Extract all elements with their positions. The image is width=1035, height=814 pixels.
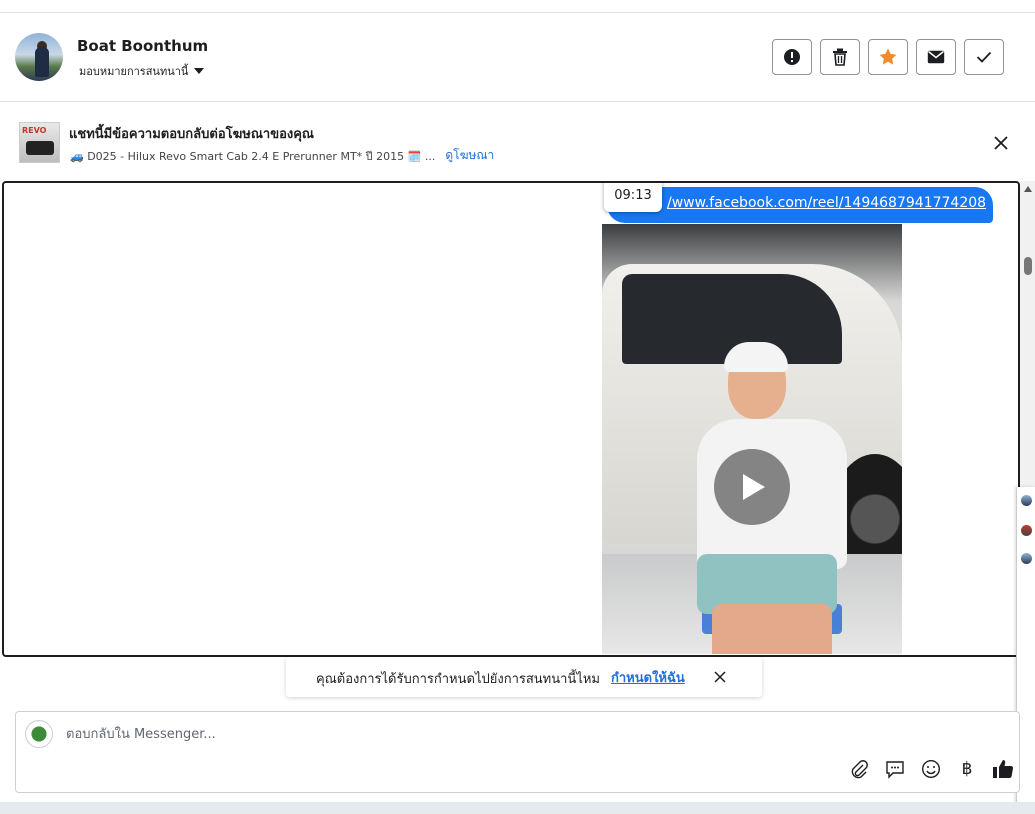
play-icon (743, 474, 765, 500)
payment-button[interactable]: ฿ (956, 758, 978, 780)
assign-suggestion-text: คุณต้องการได้รับการกำหนดไปยังการสนทนานี้… (316, 672, 600, 687)
reply-composer: ฿ (15, 711, 1020, 793)
attach-button[interactable] (848, 758, 870, 780)
ad-banner-subtitle: 🚙 D025 - Hilux Revo Smart Cab 2.4 E Prer… (70, 149, 436, 163)
video-attachment[interactable] (602, 224, 902, 654)
paperclip-icon (851, 760, 868, 779)
page-avatar (25, 720, 53, 748)
alert-icon (784, 49, 800, 65)
ad-banner-subtitle-row: 🚙 D025 - Hilux Revo Smart Cab 2.4 E Prer… (70, 146, 494, 165)
edge-avatar[interactable] (1021, 525, 1032, 536)
baht-icon: ฿ (961, 759, 973, 779)
assign-label: มอบหมายการสนทนานี้ (79, 65, 189, 78)
check-icon (976, 51, 992, 63)
smiley-icon (921, 759, 941, 779)
contact-name[interactable]: Boat Boonthum (77, 37, 208, 55)
thumbs-up-icon (993, 760, 1014, 779)
bottom-strip (0, 802, 1035, 814)
ad-banner-title: แชทนี้มีข้อความตอบกลับต่อโฆษณาของคุณ (69, 127, 314, 142)
ad-reply-banner: REVO แชทนี้มีข้อความตอบกลับต่อโฆษณาของคุ… (0, 102, 1035, 180)
mark-done-button[interactable] (964, 39, 1004, 75)
reply-input[interactable] (64, 722, 768, 746)
contact-avatar[interactable] (15, 33, 63, 81)
edge-avatar[interactable] (1021, 553, 1032, 564)
conversation-header: Boat Boonthum มอบหมายการสนทนานี้ (0, 13, 1035, 102)
saved-replies-button[interactable] (884, 758, 906, 780)
star-button[interactable] (868, 39, 908, 75)
assign-to-me-link[interactable]: กำหนดให้ฉัน (611, 667, 685, 688)
trash-icon (833, 48, 847, 66)
close-icon[interactable] (712, 669, 728, 685)
assign-suggestion: คุณต้องการได้รับการกำหนดไปยังการสนทนานี้… (286, 657, 762, 697)
scroll-thumb[interactable] (1024, 257, 1032, 275)
view-ad-link[interactable]: ดูโฆษณา (445, 146, 494, 165)
assign-dropdown[interactable]: มอบหมายการสนทนานี้ (79, 62, 205, 80)
truck-image (26, 141, 54, 155)
message-link[interactable]: /www.facebook.com/reel/1494687941774208 (667, 195, 986, 211)
close-icon[interactable] (992, 134, 1010, 152)
play-button[interactable] (714, 449, 790, 525)
spam-button[interactable] (772, 39, 812, 75)
edge-avatar[interactable] (1021, 495, 1032, 506)
timestamp-tooltip: 09:13 (604, 183, 662, 212)
star-icon (879, 48, 897, 65)
message-thread[interactable]: /www.facebook.com/reel/1494687941774208 … (2, 181, 1020, 657)
header-actions (772, 39, 1004, 75)
mark-unread-button[interactable] (916, 39, 956, 75)
envelope-icon (927, 50, 945, 64)
emoji-button[interactable] (920, 758, 942, 780)
composer-tools: ฿ (848, 758, 1014, 780)
message-bubble[interactable]: /www.facebook.com/reel/1494687941774208 (607, 187, 993, 223)
chat-bubble-icon (886, 761, 904, 779)
ad-thumbnail[interactable]: REVO (19, 122, 60, 163)
scroll-up-arrow-icon[interactable] (1024, 186, 1032, 192)
delete-button[interactable] (820, 39, 860, 75)
ad-thumb-text: REVO (22, 126, 47, 135)
like-button[interactable] (992, 758, 1014, 780)
caret-down-icon (194, 68, 205, 74)
